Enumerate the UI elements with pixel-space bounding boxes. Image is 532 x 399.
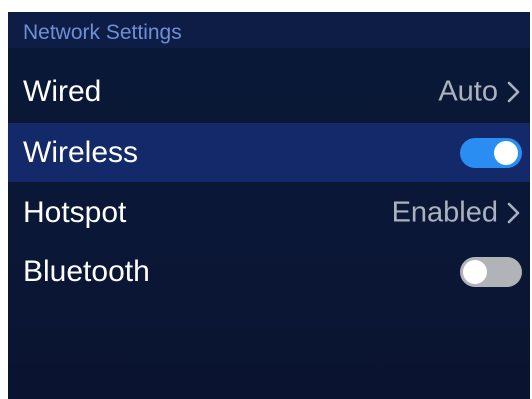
network-settings-screen: Network Settings Wired Auto Wireless Hot… xyxy=(8,12,530,399)
setting-row-hotspot[interactable]: Hotspot Enabled xyxy=(8,184,530,242)
chevron-right-icon xyxy=(507,81,520,103)
device-frame: Network Settings Wired Auto Wireless Hot… xyxy=(0,0,532,399)
setting-label-hotspot: Hotspot xyxy=(23,196,127,229)
section-title: Network Settings xyxy=(23,21,182,44)
setting-label-wired: Wired xyxy=(23,75,102,108)
setting-value-hotspot: Enabled xyxy=(391,196,498,229)
chevron-right-icon xyxy=(507,202,520,224)
setting-label-wireless: Wireless xyxy=(23,135,139,169)
toggle-knob xyxy=(494,140,518,165)
bluetooth-toggle[interactable] xyxy=(460,257,522,287)
setting-row-wireless[interactable]: Wireless xyxy=(8,123,530,182)
setting-label-bluetooth: Bluetooth xyxy=(23,255,150,288)
setting-row-bluetooth[interactable]: Bluetooth xyxy=(8,243,530,301)
wireless-toggle[interactable] xyxy=(460,137,522,168)
setting-value-wired: Auto xyxy=(438,75,498,108)
setting-row-wired[interactable]: Wired Auto xyxy=(8,63,530,121)
toggle-knob xyxy=(463,260,487,284)
section-header: Network Settings xyxy=(8,12,530,48)
